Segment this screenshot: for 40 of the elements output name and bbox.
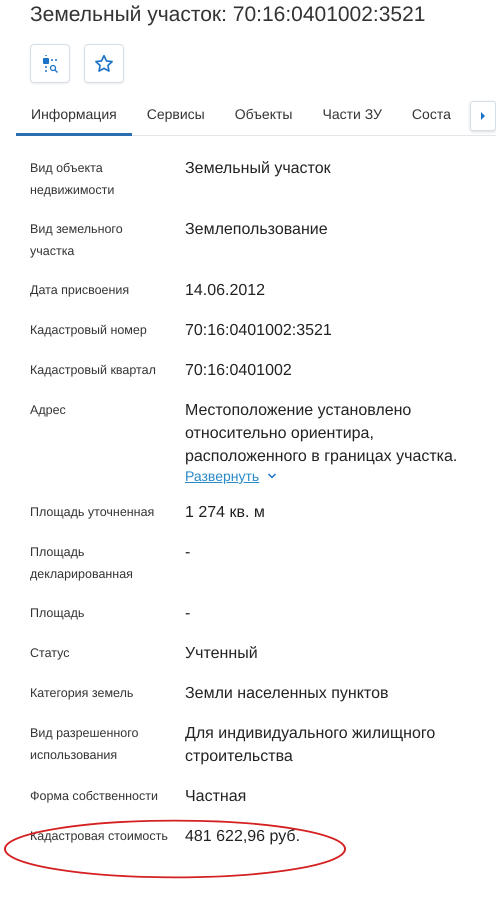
tab[interactable]: Объекты xyxy=(220,97,308,136)
field-value: 70:16:0401002 xyxy=(185,361,293,381)
field-value: - xyxy=(185,604,192,624)
favorite-button[interactable] xyxy=(84,44,124,83)
field-value: 14.06.2012 xyxy=(185,281,266,301)
field-value: - xyxy=(185,543,192,563)
field-label: Вид объекта недвижимости xyxy=(30,160,116,199)
tab[interactable]: Сервисы xyxy=(132,97,220,136)
map-search-button[interactable] xyxy=(30,44,70,83)
field-label: Кадастровый номер xyxy=(30,322,148,339)
expand-link[interactable]: Развернуть xyxy=(185,468,260,484)
field-label: Форма собственности xyxy=(30,788,159,805)
field-value: Частная xyxy=(185,787,248,807)
tab[interactable]: Части ЗУ xyxy=(307,97,397,136)
field-value: Земли населенных пунктов xyxy=(185,684,390,704)
page-title: Земельный участок: 70:16:0401002:3521 xyxy=(29,2,426,28)
field-value: 481 622,96 руб. xyxy=(185,827,302,847)
field-value: Для индивидуального жилищного строительства xyxy=(185,724,436,767)
field-label: Вид земельного участка xyxy=(30,221,124,260)
field-value: Землепользование xyxy=(185,220,329,240)
field-label: Категория земель xyxy=(30,685,134,702)
field-value: 1 274 кв. м xyxy=(185,503,266,523)
tab[interactable]: Информация xyxy=(16,97,132,136)
field-value: Земельный участок xyxy=(185,159,332,179)
caret-icon xyxy=(478,111,487,121)
field-label: Адрес xyxy=(30,402,67,419)
field-label: Кадастровый квартал xyxy=(30,362,157,379)
star-icon xyxy=(93,52,115,74)
field-label: Кадастровая стоимость xyxy=(30,828,169,845)
field-label: Дата присвоения xyxy=(30,282,130,299)
field-label: Вид разрешенного использования xyxy=(30,725,140,764)
field-value: Местоположение установлено относительно ориентира, расположенного в границах участка. xyxy=(185,401,458,467)
tab[interactable]: Соста xyxy=(396,97,466,136)
field-value: Учтенный xyxy=(185,644,259,664)
chevron-down-icon xyxy=(267,472,278,480)
field-label: Площадь уточненная xyxy=(30,504,156,521)
field-label: Площадь декларированная xyxy=(30,544,134,583)
field-label: Статус xyxy=(30,645,71,662)
field-value: 70:16:0401002:3521 xyxy=(185,321,333,341)
field-label: Площадь xyxy=(30,605,86,622)
